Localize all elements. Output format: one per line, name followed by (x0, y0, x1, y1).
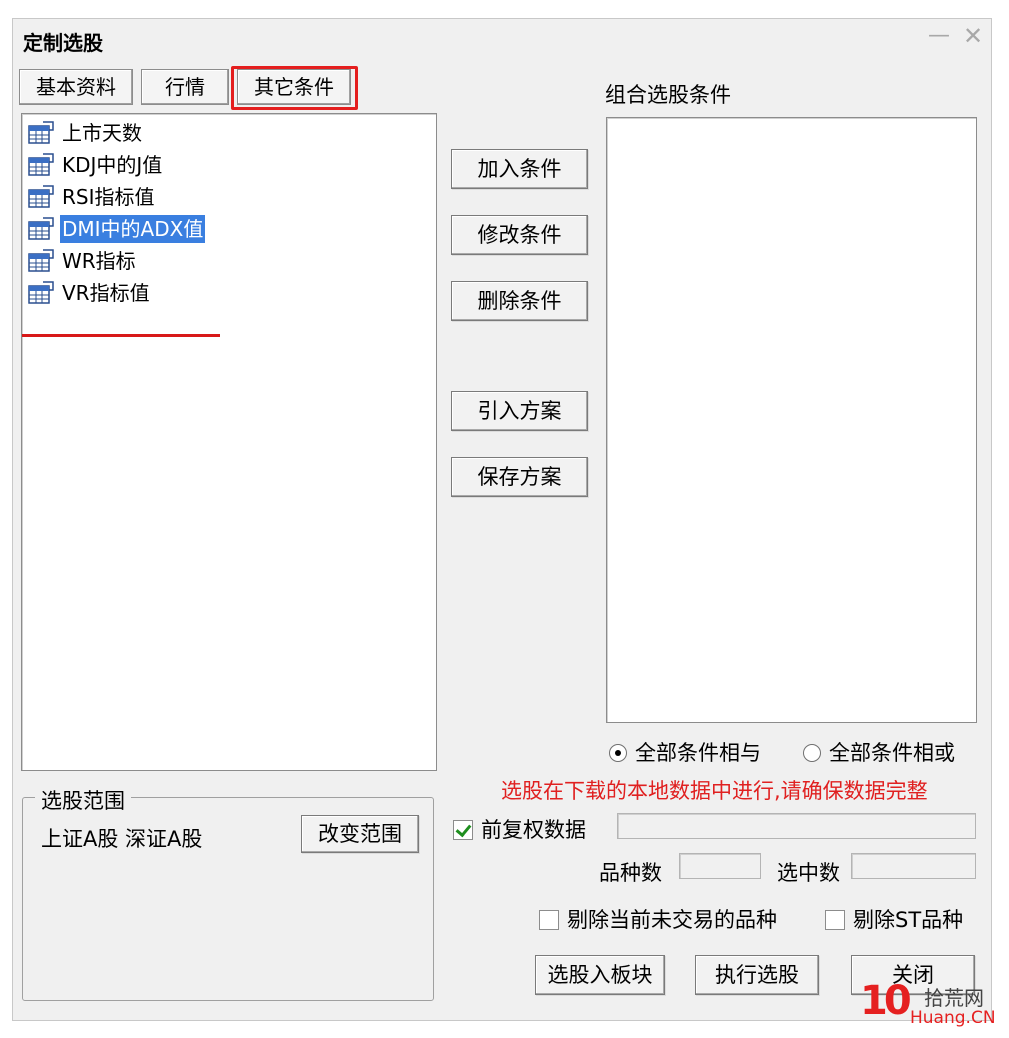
custom-stock-screen-dialog: 定制选股 — ✕ 基本资料 行情 其它条件 上市天数 KDJ中的J值 RSI指标… (12, 18, 992, 1021)
watermark-logo: 10 拾荒网 Huang.CN (860, 978, 1000, 1034)
logic-or-label: 全部条件相或 (829, 741, 955, 765)
table-icon (28, 153, 54, 176)
minimize-icon[interactable]: — (925, 23, 953, 51)
logic-or-radio[interactable]: 全部条件相或 (803, 741, 955, 765)
window-title: 定制选股 (23, 31, 103, 55)
exclude-st-checkbox[interactable]: 剔除ST品种 (825, 909, 963, 931)
import-scheme-button[interactable]: 引入方案 (451, 391, 588, 431)
table-icon (28, 121, 54, 144)
tab-market[interactable]: 行情 (141, 69, 229, 105)
delete-condition-button[interactable]: 删除条件 (451, 281, 588, 321)
tab-highlight-annotation (231, 66, 358, 110)
selected-count-field (851, 853, 976, 879)
condition-list[interactable]: 上市天数 KDJ中的J值 RSI指标值 DMI中的ADX值 WR指标 VR指标值 (21, 113, 437, 771)
exclude-untraded-label: 剔除当前未交易的品种 (567, 908, 777, 932)
selected-count-label: 选中数 (777, 861, 840, 885)
radio-selected-icon (609, 744, 627, 762)
forward-adjust-label: 前复权数据 (481, 818, 586, 842)
radio-unselected-icon (803, 744, 821, 762)
tab-basic-info[interactable]: 基本资料 (19, 69, 133, 105)
table-icon (28, 185, 54, 208)
table-icon (28, 281, 54, 304)
watermark-site-cn: 拾荒网 (924, 986, 984, 1010)
list-item-label: DMI中的ADX值 (60, 215, 206, 243)
list-item-label: 上市天数 (62, 121, 142, 145)
combined-conditions-label: 组合选股条件 (605, 83, 731, 107)
save-scheme-button[interactable]: 保存方案 (451, 457, 588, 497)
combined-conditions-list[interactable] (606, 117, 977, 723)
table-icon (28, 217, 54, 240)
table-icon (28, 249, 54, 272)
scope-legend: 选股范围 (35, 785, 131, 815)
variety-count-field (679, 853, 761, 879)
list-item-label: VR指标值 (62, 281, 150, 305)
exclude-st-label: 剔除ST品种 (853, 908, 964, 932)
add-condition-button[interactable]: 加入条件 (451, 149, 588, 189)
title-bar: 定制选股 — ✕ (13, 19, 991, 59)
progress-field (617, 813, 976, 839)
change-scope-button[interactable]: 改变范围 (301, 815, 419, 853)
selection-underline-annotation (22, 334, 220, 337)
list-item-label: WR指标 (62, 249, 136, 273)
checkbox-unchecked-icon (539, 910, 559, 930)
forward-adjust-checkbox[interactable]: 前复权数据 (453, 819, 586, 841)
modify-condition-button[interactable]: 修改条件 (451, 215, 588, 255)
data-warning-text: 选股在下载的本地数据中进行,请确保数据完整 (501, 779, 928, 803)
list-item-label: KDJ中的J值 (62, 153, 163, 177)
logic-and-radio[interactable]: 全部条件相与 (609, 741, 761, 765)
variety-count-label: 品种数 (599, 861, 662, 885)
checkbox-checked-icon (453, 820, 473, 840)
logic-and-label: 全部条件相与 (635, 741, 761, 765)
add-to-block-button[interactable]: 选股入板块 (535, 955, 665, 995)
checkbox-unchecked-icon (825, 910, 845, 930)
execute-screen-button[interactable]: 执行选股 (695, 955, 819, 995)
list-item-label: RSI指标值 (62, 185, 155, 209)
close-icon[interactable]: ✕ (959, 23, 987, 51)
watermark-site-en: Huang.CN (910, 1008, 996, 1028)
scope-value: 上证A股 深证A股 (41, 827, 203, 851)
exclude-untraded-checkbox[interactable]: 剔除当前未交易的品种 (539, 909, 777, 931)
watermark-logo-mark: 10 (860, 978, 912, 1024)
